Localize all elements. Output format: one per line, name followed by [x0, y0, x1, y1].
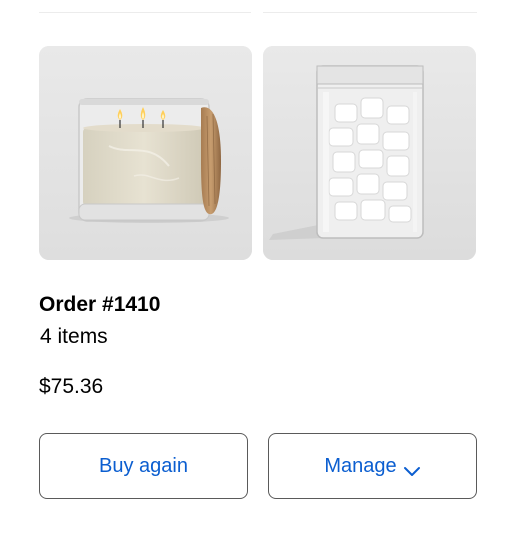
buy-again-label: Buy again — [99, 454, 188, 477]
manage-dropdown-button[interactable]: Manage — [268, 433, 477, 499]
marshmallow-bag-image — [263, 46, 476, 260]
order-item-count: 4 items — [40, 325, 108, 348]
candle-jar-image — [39, 46, 252, 260]
divider — [263, 12, 477, 13]
product-image-candle[interactable] — [39, 46, 252, 260]
divider — [39, 12, 251, 13]
chevron-down-icon — [403, 460, 421, 476]
buy-again-button[interactable]: Buy again — [39, 433, 248, 499]
order-total: $75.36 — [39, 375, 104, 398]
product-image-marshmallows[interactable] — [263, 46, 476, 260]
manage-label: Manage — [324, 454, 397, 477]
order-title: Order #1410 — [39, 293, 161, 316]
